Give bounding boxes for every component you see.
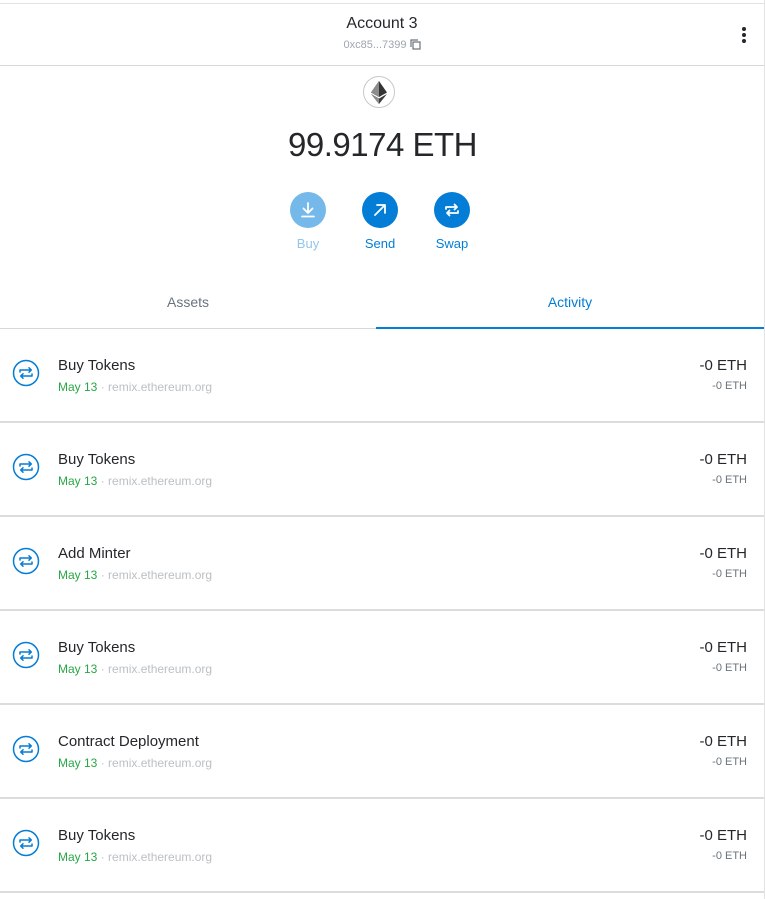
activity-amount: -0 ETH [699,827,747,844]
activity-title: Contract Deployment [58,733,199,750]
activity-row[interactable]: Buy Tokens May 13 · remix.ethereum.org -… [0,611,764,705]
activity-fiat-amount: -0 ETH [712,568,747,580]
activity-date: May 13 [58,850,98,864]
activity-origin: remix.ethereum.org [108,850,213,864]
tab-bar: Assets Activity [0,280,764,329]
activity-origin: remix.ethereum.org [108,380,213,394]
ethereum-logo-icon [363,76,395,108]
activity-amount: -0 ETH [699,733,747,750]
activity-title: Buy Tokens [58,357,136,374]
kebab-menu-icon[interactable] [735,25,753,47]
activity-origin: remix.ethereum.org [108,568,213,582]
activity-row[interactable]: Buy Tokens May 13 · remix.ethereum.org -… [0,799,764,893]
swap-arrows-icon [12,829,40,857]
swap-arrows-icon [12,547,40,575]
activity-subtitle: May 13 · remix.ethereum.org [58,568,213,582]
activity-date: May 13 [58,662,98,676]
send-label[interactable]: Send [350,236,410,251]
activity-date: May 13 [58,756,98,770]
arrow-up-right-icon[interactable] [362,192,398,228]
download-icon[interactable] [290,192,326,228]
activity-date: May 13 [58,474,98,488]
activity-fiat-amount: -0 ETH [712,850,747,862]
activity-fiat-amount: -0 ETH [712,756,747,768]
activity-origin: remix.ethereum.org [108,474,213,488]
activity-list: Buy Tokens May 13 · remix.ethereum.org -… [0,329,764,893]
activity-subtitle: May 13 · remix.ethereum.org [58,474,213,488]
swap-arrows-icon [12,359,40,387]
tab-assets[interactable]: Assets [0,280,376,328]
activity-row[interactable]: Contract Deployment May 13 · remix.ether… [0,705,764,799]
swap-arrows-icon [12,735,40,763]
activity-title: Buy Tokens [58,827,136,844]
copy-icon[interactable] [409,39,421,53]
activity-subtitle: May 13 · remix.ethereum.org [58,850,213,864]
activity-fiat-amount: -0 ETH [712,380,747,392]
balance-amount: 99.9174 ETH [288,126,477,163]
activity-date: May 13 [58,568,98,582]
activity-date: May 13 [58,380,98,394]
buy-button[interactable]: Buy [278,192,338,251]
activity-row[interactable]: Buy Tokens May 13 · remix.ethereum.org -… [0,329,764,423]
activity-amount: -0 ETH [699,357,747,374]
swap-label[interactable]: Swap [422,236,482,251]
swap-button[interactable]: Swap [422,192,482,251]
activity-amount: -0 ETH [699,451,747,468]
activity-subtitle: May 13 · remix.ethereum.org [58,662,213,676]
activity-origin: remix.ethereum.org [108,662,213,676]
buy-label[interactable]: Buy [278,236,338,251]
activity-title: Buy Tokens [58,451,136,468]
swap-arrows-icon [12,641,40,669]
activity-title: Buy Tokens [58,639,136,656]
account-address[interactable]: 0xc85...7399 [0,39,764,53]
swap-arrows-icon[interactable] [434,192,470,228]
activity-fiat-amount: -0 ETH [712,662,747,674]
activity-fiat-amount: -0 ETH [712,474,747,486]
account-header: Account 3 0xc85...7399 [0,4,764,66]
activity-origin: remix.ethereum.org [108,756,213,770]
activity-row[interactable]: Add Minter May 13 · remix.ethereum.org -… [0,517,764,611]
activity-subtitle: May 13 · remix.ethereum.org [58,380,213,394]
account-name[interactable]: Account 3 [0,15,764,33]
tab-activity[interactable]: Activity [376,280,764,329]
activity-row[interactable]: Buy Tokens May 13 · remix.ethereum.org -… [0,423,764,517]
send-button[interactable]: Send [350,192,410,251]
activity-amount: -0 ETH [699,545,747,562]
wallet-window: Account 3 0xc85...7399 99.9174 ETH Buy S… [0,0,765,899]
swap-arrows-icon [12,453,40,481]
activity-amount: -0 ETH [699,639,747,656]
account-address-text[interactable]: 0xc85...7399 [344,39,407,51]
activity-subtitle: May 13 · remix.ethereum.org [58,756,213,770]
activity-title: Add Minter [58,545,131,562]
